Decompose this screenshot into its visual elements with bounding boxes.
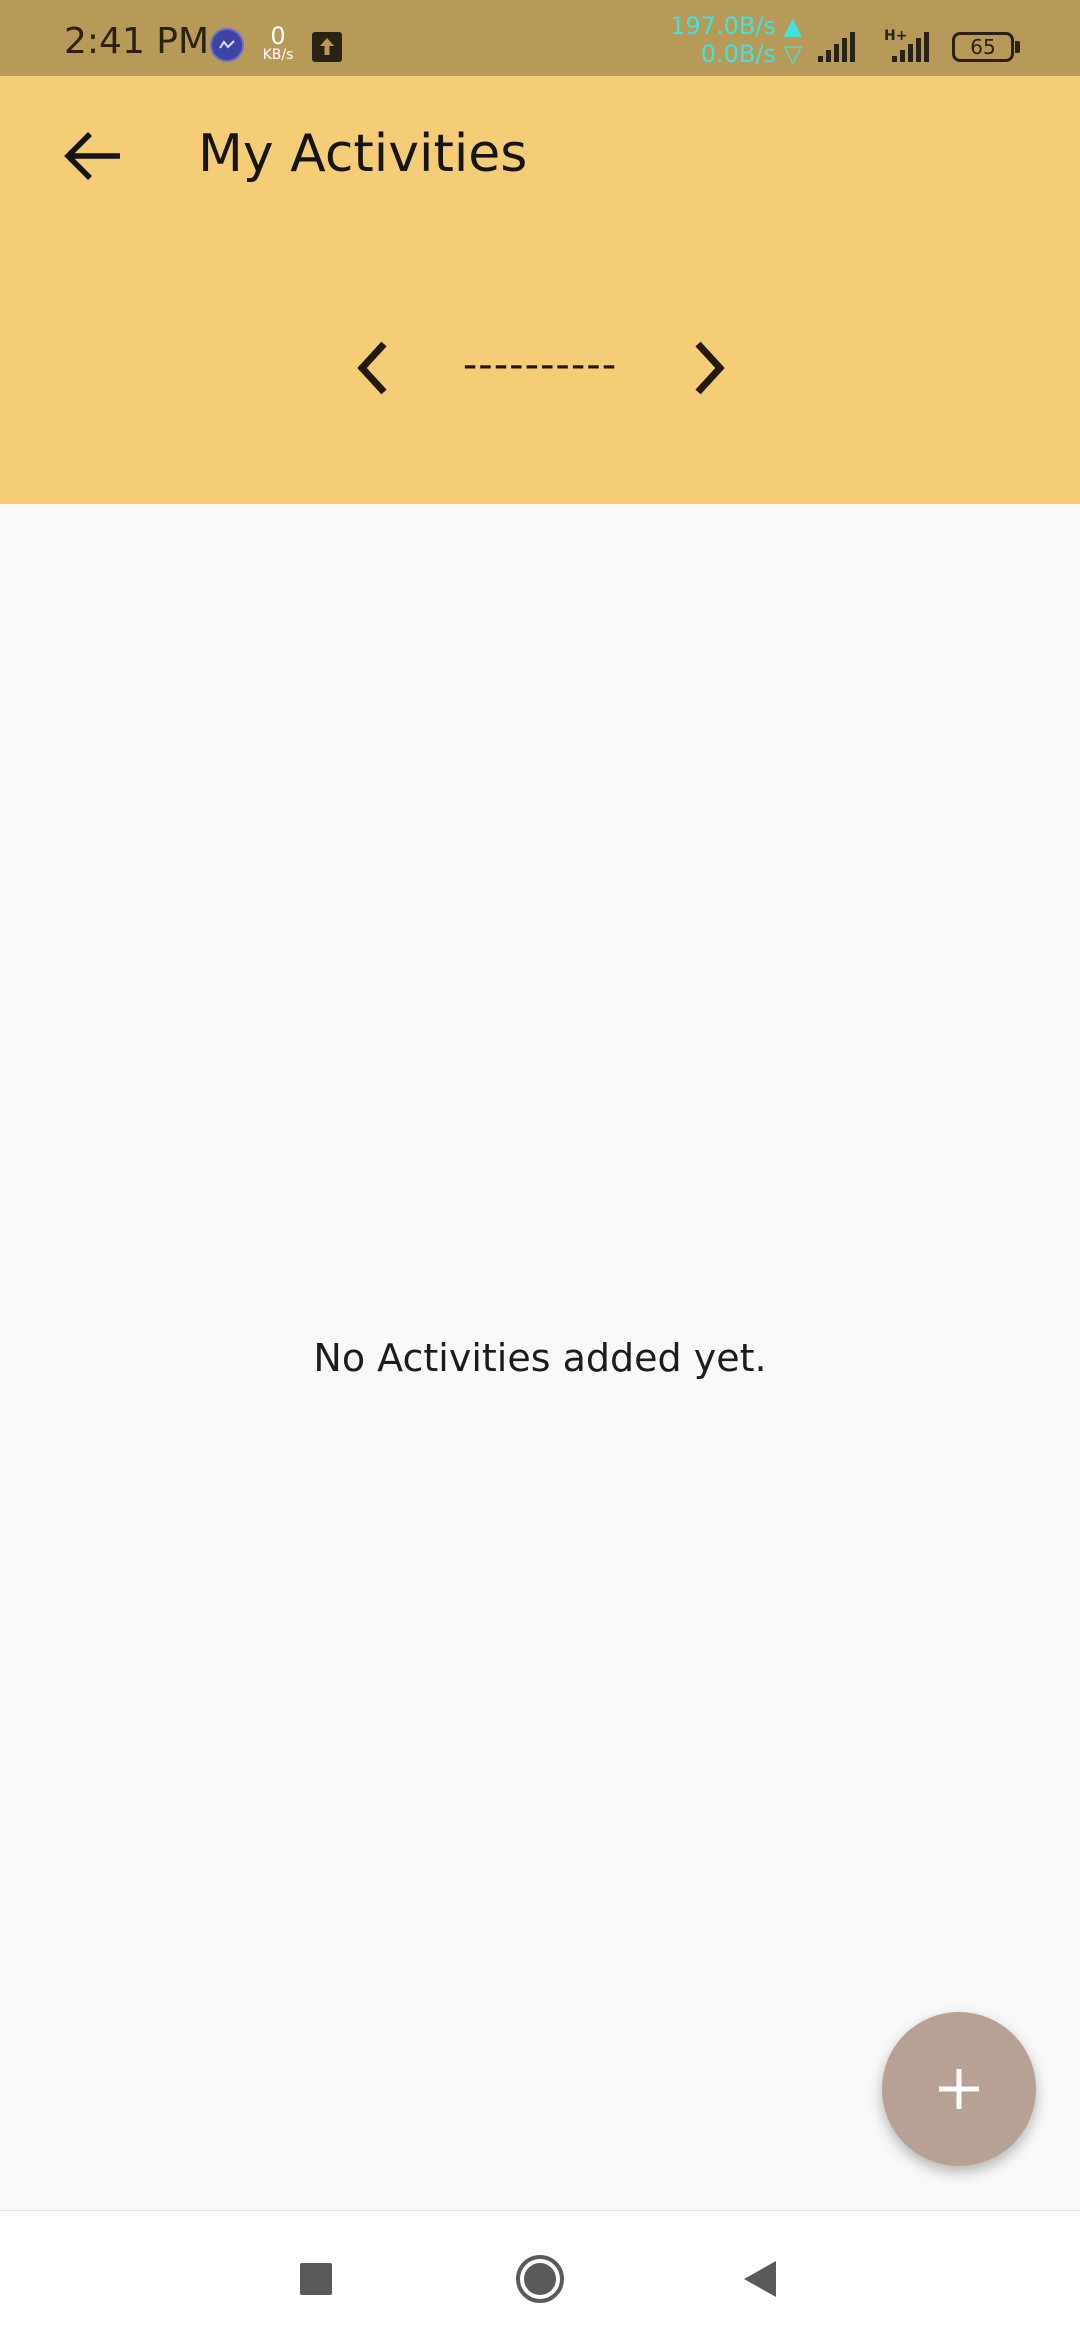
- battery-tip: [1015, 41, 1020, 53]
- system-navigation-bar: [0, 2210, 1080, 2341]
- previous-period-button[interactable]: [336, 326, 406, 406]
- upload-notification-icon: [312, 32, 342, 62]
- battery-icon: 65: [952, 32, 1014, 62]
- back-triangle-icon[interactable]: [742, 2259, 778, 2299]
- signal-icon: [816, 30, 858, 64]
- network-speed: 197.0B/s ▲ 0.0B/s ▽: [670, 12, 802, 68]
- empty-state-message: No Activities added yet.: [313, 1336, 767, 1380]
- app-header: My Activities ----------: [0, 76, 1080, 504]
- download-speed: 0.0B/s ▽: [700, 40, 802, 68]
- data-counter-unit: KB/s: [262, 47, 294, 63]
- signal-icon: [890, 30, 932, 64]
- home-circle-icon[interactable]: [514, 2253, 566, 2305]
- status-time: 2:41 PM: [64, 21, 210, 62]
- back-button[interactable]: [54, 118, 130, 194]
- vpn-icon: [210, 28, 244, 62]
- status-bar: 2:41 PM 0 KB/s 197.0B/s ▲ 0.0B/s ▽ H+ 65: [0, 0, 1080, 76]
- period-label: ----------: [462, 342, 618, 388]
- chevron-left-icon: [357, 341, 387, 395]
- next-period-button[interactable]: [674, 326, 744, 406]
- recents-square-icon[interactable]: [300, 2263, 332, 2295]
- plus-icon: [939, 2069, 979, 2109]
- upload-speed: 197.0B/s ▲: [670, 12, 802, 40]
- page-title: My Activities: [198, 124, 528, 184]
- chevron-right-icon: [695, 341, 725, 395]
- data-counter: 0 KB/s: [258, 24, 298, 62]
- data-counter-value: 0: [270, 22, 286, 50]
- arrow-left-icon: [64, 132, 120, 180]
- add-activity-button[interactable]: [882, 2012, 1036, 2166]
- period-navigator: ----------: [0, 326, 1080, 406]
